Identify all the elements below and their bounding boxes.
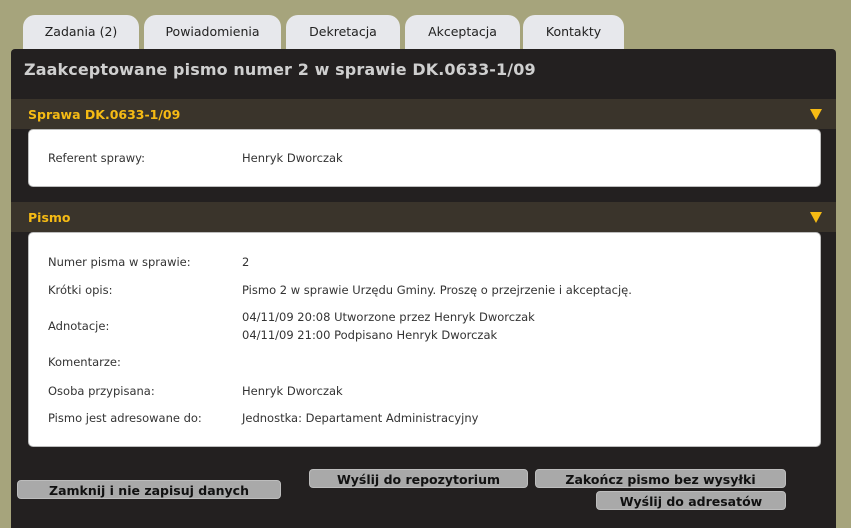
adnotacja-line: 04/11/09 20:08 Utworzone przez Henryk Dw… [242,310,535,324]
section-header-pismo[interactable]: Pismo [11,202,836,232]
referent-value: Henryk Dworczak [242,151,343,165]
sprawa-details-box: Referent sprawy: Henryk Dworczak [28,129,821,187]
pismo-details-box: Numer pisma w sprawie: 2 Krótki opis: Pi… [28,232,821,447]
section-title-pismo: Pismo [28,210,71,225]
adnotacje-label: Adnotacje: [48,319,110,333]
send-to-addressees-button[interactable]: Wyślij do adresatów [596,491,786,510]
referent-label: Referent sprawy: [48,151,145,165]
collapse-triangle-icon[interactable] [810,109,822,120]
send-to-repository-button[interactable]: Wyślij do repozytorium [309,469,528,488]
section-title-sprawa: Sprawa DK.0633-1/09 [28,107,181,122]
adnotacje-list: 04/11/09 20:08 Utworzone przez Henryk Dw… [242,308,535,344]
page-title: Zaakceptowane pismo numer 2 w sprawie DK… [24,60,536,79]
osoba-label: Osoba przypisana: [48,384,155,398]
close-no-save-button[interactable]: Zamknij i nie zapisuj danych [17,480,281,499]
adresowane-value: Jednostka: Departament Administracyjny [242,411,479,425]
numer-value: 2 [242,255,250,269]
section-header-sprawa[interactable]: Sprawa DK.0633-1/09 [11,99,836,129]
adnotacja-line: 04/11/09 21:00 Podpisano Henryk Dworczak [242,328,498,342]
opis-value: Pismo 2 w sprawie Urzędu Gminy. Proszę o… [242,283,632,297]
adresowane-label: Pismo jest adresowane do: [48,411,202,425]
main-panel: Zaakceptowane pismo numer 2 w sprawie DK… [11,49,836,528]
collapse-triangle-icon[interactable] [810,212,822,223]
finish-without-sending-button[interactable]: Zakończ pismo bez wysyłki [535,469,786,488]
osoba-value: Henryk Dworczak [242,384,343,398]
numer-label: Numer pisma w sprawie: [48,255,191,269]
opis-label: Krótki opis: [48,283,113,297]
komentarze-label: Komentarze: [48,355,121,369]
